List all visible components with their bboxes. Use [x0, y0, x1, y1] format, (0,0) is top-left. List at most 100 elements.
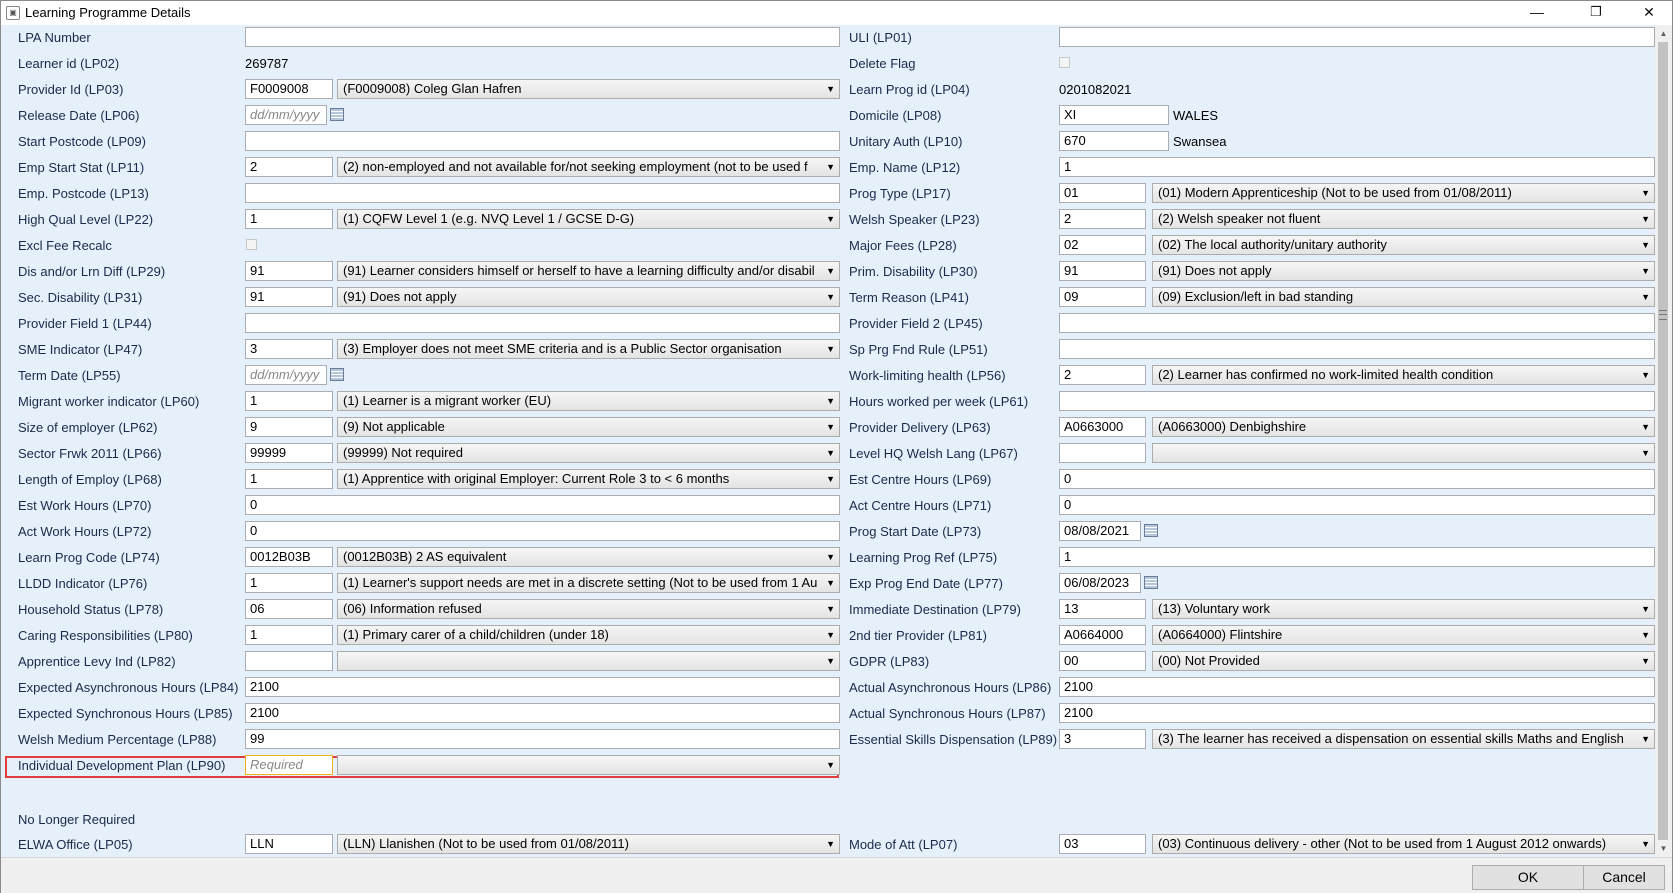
learn-prog-code-input[interactable]: 0012B03B: [245, 547, 333, 567]
calendar-icon[interactable]: [1144, 576, 1158, 589]
size-employer-input[interactable]: 9: [245, 417, 333, 437]
minimize-button[interactable]: —: [1514, 1, 1560, 25]
lpa-number-input[interactable]: [245, 27, 840, 47]
sector-frwk-input[interactable]: 99999: [245, 443, 333, 463]
provider-delivery-input[interactable]: A0663000: [1059, 417, 1146, 437]
gdpr-select[interactable]: (00) Not Provided ▼: [1152, 651, 1655, 671]
level-hq-welsh-input[interactable]: [1059, 443, 1146, 463]
term-date-input[interactable]: dd/mm/yyyy: [245, 365, 327, 385]
calendar-icon[interactable]: [1144, 524, 1158, 537]
level-hq-welsh-select[interactable]: ▼: [1152, 443, 1655, 463]
provider-id-select[interactable]: (F0009008) Coleg Glan Hafren ▼: [337, 79, 840, 99]
expected-sync-hours-input[interactable]: 2100: [245, 703, 840, 723]
sec-disability-input[interactable]: 91: [245, 287, 333, 307]
migrant-worker-input[interactable]: 1: [245, 391, 333, 411]
provider-field1-input[interactable]: [245, 313, 840, 333]
work-limiting-input[interactable]: 2: [1059, 365, 1146, 385]
idp-select[interactable]: ▼: [337, 755, 840, 775]
emp-name-input[interactable]: 1: [1059, 157, 1655, 177]
sme-indicator-select[interactable]: (3) Employer does not meet SME criteria …: [337, 339, 840, 359]
close-button[interactable]: ✕: [1626, 1, 1672, 25]
apprentice-levy-input[interactable]: [245, 651, 333, 671]
prog-type-select[interactable]: (01) Modern Apprenticeship (Not to be us…: [1152, 183, 1655, 203]
welsh-speaker-input[interactable]: 2: [1059, 209, 1146, 229]
unitary-auth-input[interactable]: 670: [1059, 131, 1169, 151]
learning-prog-ref-input[interactable]: 1: [1059, 547, 1655, 567]
term-reason-input[interactable]: 09: [1059, 287, 1146, 307]
essential-skills-input[interactable]: 3: [1059, 729, 1146, 749]
apprentice-levy-select[interactable]: ▼: [337, 651, 840, 671]
essential-skills-select[interactable]: (3) The learner has received a dispensat…: [1152, 729, 1655, 749]
elwa-office-input[interactable]: LLN: [245, 834, 333, 854]
actual-async-hours-input[interactable]: 2100: [1059, 677, 1655, 697]
mode-of-att-input[interactable]: 03: [1059, 834, 1146, 854]
scroll-down-icon[interactable]: ▼: [1655, 840, 1672, 857]
lldd-indicator-input[interactable]: 1: [245, 573, 333, 593]
cancel-button[interactable]: Cancel: [1583, 865, 1665, 890]
elwa-office-select[interactable]: (LLN) Llanishen (Not to be used from 01/…: [337, 834, 840, 854]
emp-start-stat-input[interactable]: 2: [245, 157, 333, 177]
est-work-hours-input[interactable]: 0: [245, 495, 840, 515]
migrant-worker-select[interactable]: (1) Learner is a migrant worker (EU) ▼: [337, 391, 840, 411]
calendar-icon[interactable]: [330, 368, 344, 381]
emp-start-stat-select[interactable]: (2) non-employed and not available for/n…: [337, 157, 840, 177]
immediate-destination-input[interactable]: 13: [1059, 599, 1146, 619]
sec-disability-select[interactable]: (91) Does not apply ▼: [337, 287, 840, 307]
act-work-hours-input[interactable]: 0: [245, 521, 840, 541]
welsh-medium-pct-input[interactable]: 99: [245, 729, 840, 749]
learn-prog-code-select[interactable]: (0012B03B) 2 AS equivalent ▼: [337, 547, 840, 567]
work-limiting-select[interactable]: (2) Learner has confirmed no work-limite…: [1152, 365, 1655, 385]
domicile-input[interactable]: XI: [1059, 105, 1169, 125]
sme-indicator-input[interactable]: 3: [245, 339, 333, 359]
lldd-indicator-select[interactable]: (1) Learner's support needs are met in a…: [337, 573, 840, 593]
release-date-input[interactable]: dd/mm/yyyy: [245, 105, 327, 125]
restore-button[interactable]: ❐: [1573, 1, 1619, 25]
expected-async-hours-input[interactable]: 2100: [245, 677, 840, 697]
size-employer-select[interactable]: (9) Not applicable ▼: [337, 417, 840, 437]
emp-postcode-input[interactable]: [245, 183, 840, 203]
caring-responsibilities-input[interactable]: 1: [245, 625, 333, 645]
mode-of-att-select[interactable]: (03) Continuous delivery - other (Not to…: [1152, 834, 1655, 854]
start-postcode-input[interactable]: [245, 131, 840, 151]
act-centre-hours-input[interactable]: 0: [1059, 495, 1655, 515]
length-employ-select[interactable]: (1) Apprentice with original Employer: C…: [337, 469, 840, 489]
term-reason-select[interactable]: (09) Exclusion/left in bad standing ▼: [1152, 287, 1655, 307]
exp-prog-end-date-input[interactable]: 06/08/2023: [1059, 573, 1141, 593]
high-qual-select[interactable]: (1) CQFW Level 1 (e.g. NVQ Level 1 / GCS…: [337, 209, 840, 229]
length-employ-input[interactable]: 1: [245, 469, 333, 489]
calendar-icon[interactable]: [330, 108, 344, 121]
idp-input[interactable]: Required: [245, 755, 333, 775]
prim-disability-input[interactable]: 91: [1059, 261, 1146, 281]
hours-worked-input[interactable]: [1059, 391, 1655, 411]
excl-fee-checkbox[interactable]: [246, 239, 257, 250]
uli-input[interactable]: [1059, 27, 1655, 47]
prog-start-date-input[interactable]: 08/08/2021: [1059, 521, 1141, 541]
second-tier-provider-select[interactable]: (A0664000) Flintshire ▼: [1152, 625, 1655, 645]
major-fees-select[interactable]: (02) The local authority/unitary authori…: [1152, 235, 1655, 255]
provider-delivery-select[interactable]: (A0663000) Denbighshire ▼: [1152, 417, 1655, 437]
household-status-input[interactable]: 06: [245, 599, 333, 619]
major-fees-input[interactable]: 02: [1059, 235, 1146, 255]
scroll-thumb[interactable]: [1658, 42, 1668, 840]
scroll-up-icon[interactable]: ▲: [1655, 25, 1672, 42]
est-centre-hours-input[interactable]: 0: [1059, 469, 1655, 489]
ok-button[interactable]: OK: [1472, 865, 1584, 890]
prog-type-input[interactable]: 01: [1059, 183, 1146, 203]
provider-id-input[interactable]: F0009008: [245, 79, 333, 99]
caring-responsibilities-select[interactable]: (1) Primary carer of a child/children (u…: [337, 625, 840, 645]
vertical-scrollbar[interactable]: ▲ ▼: [1655, 25, 1672, 857]
dis-lrn-diff-select[interactable]: (91) Learner considers himself or hersel…: [337, 261, 840, 281]
actual-sync-hours-input[interactable]: 2100: [1059, 703, 1655, 723]
dis-lrn-diff-input[interactable]: 91: [245, 261, 333, 281]
high-qual-input[interactable]: 1: [245, 209, 333, 229]
provider-field2-input[interactable]: [1059, 313, 1655, 333]
welsh-speaker-select[interactable]: (2) Welsh speaker not fluent ▼: [1152, 209, 1655, 229]
gdpr-input[interactable]: 00: [1059, 651, 1146, 671]
sp-prg-fnd-input[interactable]: [1059, 339, 1655, 359]
immediate-destination-select[interactable]: (13) Voluntary work ▼: [1152, 599, 1655, 619]
sector-frwk-select[interactable]: (99999) Not required ▼: [337, 443, 840, 463]
prim-disability-select[interactable]: (91) Does not apply ▼: [1152, 261, 1655, 281]
household-status-select[interactable]: (06) Information refused ▼: [337, 599, 840, 619]
delete-flag-checkbox[interactable]: [1059, 57, 1070, 68]
second-tier-provider-input[interactable]: A0664000: [1059, 625, 1146, 645]
